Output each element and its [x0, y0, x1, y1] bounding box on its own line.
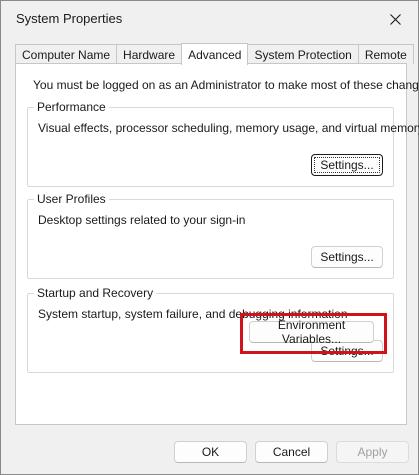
tab-hardware[interactable]: Hardware: [116, 44, 183, 64]
advanced-tab-panel: You must be logged on as an Administrato…: [15, 63, 419, 425]
tab-computer-name[interactable]: Computer Name: [15, 44, 118, 64]
user-profiles-description: Desktop settings related to your sign-in: [38, 213, 246, 227]
system-properties-window: System Properties Computer Name Hardware…: [0, 0, 419, 475]
title-bar[interactable]: System Properties: [1, 1, 418, 37]
apply-button[interactable]: Apply: [336, 441, 409, 463]
startup-recovery-group-title: Startup and Recovery: [34, 286, 157, 300]
admin-notice: You must be logged on as an Administrato…: [33, 78, 419, 92]
window-title: System Properties: [16, 11, 123, 26]
performance-group: Performance Visual effects, processor sc…: [27, 100, 419, 187]
ok-button[interactable]: OK: [174, 441, 247, 463]
user-profiles-settings-button[interactable]: Settings...: [311, 246, 383, 268]
cancel-button[interactable]: Cancel: [255, 441, 328, 463]
environment-variables-button[interactable]: Environment Variables...: [249, 318, 374, 346]
close-icon: [389, 13, 401, 25]
performance-group-title: Performance: [34, 100, 109, 114]
tab-system-protection[interactable]: System Protection: [247, 44, 359, 64]
tab-strip: Computer Name Hardware Advanced System P…: [15, 43, 414, 65]
tab-advanced[interactable]: Advanced: [181, 43, 249, 65]
tab-remote[interactable]: Remote: [357, 44, 414, 64]
user-profiles-group-title: User Profiles: [34, 192, 109, 206]
performance-description: Visual effects, processor scheduling, me…: [38, 121, 419, 135]
close-button[interactable]: [372, 1, 418, 37]
performance-settings-button[interactable]: Settings...: [311, 154, 383, 176]
user-profiles-group: User Profiles Desktop settings related t…: [27, 192, 394, 279]
